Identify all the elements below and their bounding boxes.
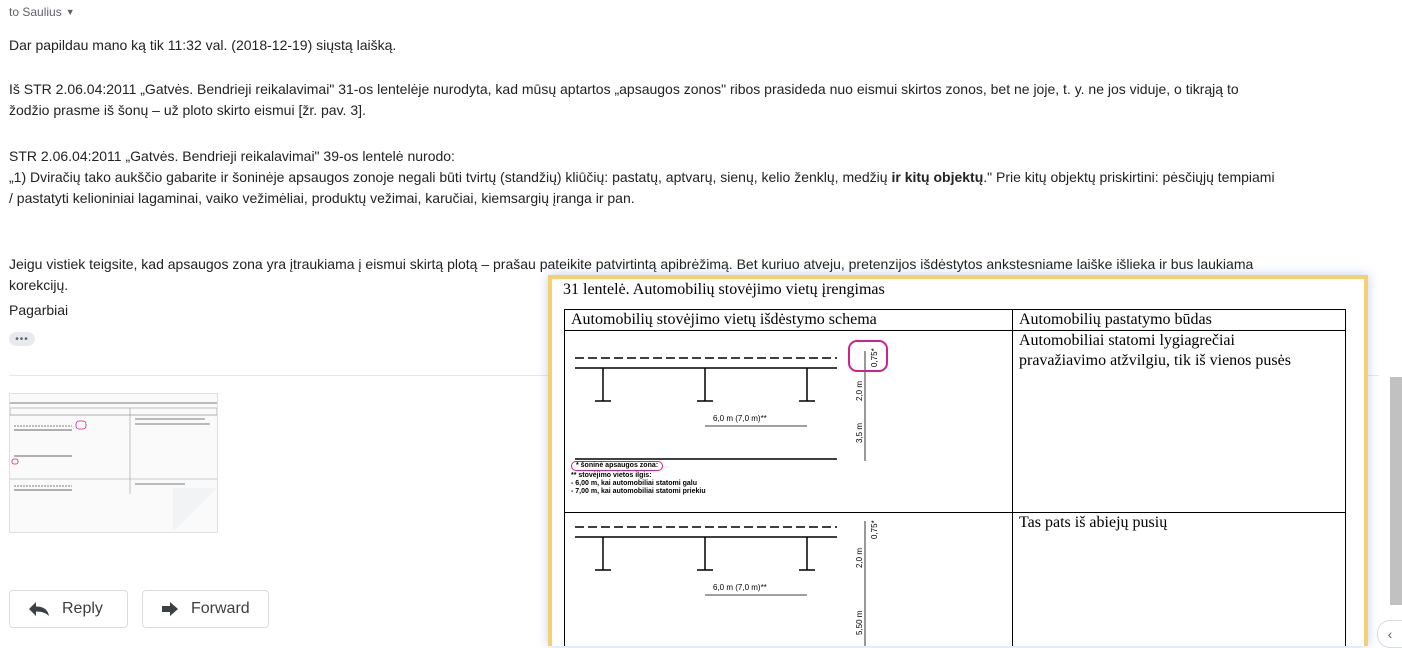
quote-text: „1) Dviračių tako aukščio gabarite ir šo… (9, 169, 892, 185)
paragraph-2-line-1: Iš STR 2.06.04:2011 „Gatvės. Bendrieji r… (9, 81, 1239, 97)
recipient-toggle[interactable]: to Saulius ▼ (9, 5, 75, 19)
show-trimmed-content-button[interactable]: ••• (9, 332, 35, 346)
parking-schema-both-sides: 6,0 m (7,0 m)** 0,75* 2,0 m 5,50 m (575, 520, 879, 646)
paragraph-3-line-2: „1) Dviračių tako aukščio gabarite ir šo… (9, 167, 1369, 188)
page-fold (173, 488, 217, 532)
col-header-method: Automobilių pastatymo būdas (1012, 309, 1346, 331)
legend-length: ** stovėjimo vietos ilgis: (571, 472, 652, 479)
svg-text:3,5 m: 3,5 m (855, 423, 864, 443)
schema-diagram-1: 6,0 m (7,0 m)** 0,75* 2,0 m 3,5 m * šoni… (564, 330, 1013, 513)
forward-label: Forward (191, 600, 250, 617)
paragraph-3-line-1: STR 2.06.04:2011 „Gatvės. Bendrieji reik… (9, 148, 455, 164)
method-line-2: pravažiavimo atžvilgiu, tik iš vienos pu… (1019, 352, 1291, 369)
paragraph-3-line-3: / pastatyti kelioniniai lagaminai, vaiko… (9, 190, 635, 206)
table-row: 6,0 m (7,0 m)** 0,75* 2,0 m 3,5 m * šoni… (564, 330, 1346, 513)
reply-button[interactable]: Reply (9, 590, 128, 628)
legend-side-zone: * šoninė apsaugos zona: (571, 461, 664, 471)
scrollbar-thumb[interactable] (1390, 377, 1402, 605)
svg-text:6,0 m (7,0 m)**: 6,0 m (7,0 m)** (713, 583, 767, 592)
forward-arrow-icon (162, 602, 178, 616)
legend-length-front: - 7,00 m, kai automobiliai statomi priek… (571, 488, 706, 495)
method-line-1: Automobiliai statomi lygiagrečiai (1019, 332, 1235, 349)
side-panel-toggle[interactable]: ‹ (1377, 620, 1402, 648)
table-header-row: Automobilių stovėjimo vietų išdėstymo sc… (564, 309, 1346, 331)
schema-legend: * šoninė apsaugos zona: ** stovėjimo vie… (571, 461, 706, 496)
attachment-image-preview: 31 lentelė. Automobilių stovėjimo vietų … (548, 275, 1368, 646)
message-paragraph-2: Iš STR 2.06.04:2011 „Gatvės. Bendrieji r… (9, 79, 1369, 121)
message-paragraph-1: Dar papildau mano ką tik 11:32 val. (201… (9, 37, 397, 53)
paragraph-4-line-1: Jeigu vistiek teigsite, kad apsaugos zon… (9, 256, 1254, 272)
reply-arrow-icon (29, 602, 49, 616)
message-paragraph-3: STR 2.06.04:2011 „Gatvės. Bendrieji reik… (9, 146, 1369, 209)
quote-bold-text: ir kitų objektų (891, 169, 984, 185)
svg-text:2,0 m: 2,0 m (855, 381, 864, 401)
chevron-left-icon: ‹ (1387, 626, 1393, 642)
svg-text:6,0 m (7,0 m)**: 6,0 m (7,0 m)** (713, 414, 767, 423)
attachment-thumbnail[interactable] (9, 393, 218, 533)
quote-text-end: ." Prie kitų objektų priskirtini: pėsčių… (983, 169, 1275, 185)
svg-text:0,75*: 0,75* (870, 520, 879, 539)
svg-text:2,0 m: 2,0 m (855, 548, 864, 568)
method-cell-1: Automobiliai statomi lygiagrečiai pravaž… (1012, 330, 1346, 513)
method-cell-2: Tas pats iš abiejų pusių (1012, 512, 1346, 646)
svg-text:5,50 m: 5,50 m (855, 610, 864, 635)
legend-length-rear: - 6,00 m, kai automobiliai statomi galu (571, 480, 698, 487)
table-row: 6,0 m (7,0 m)** 0,75* 2,0 m 5,50 m Tas p… (564, 512, 1346, 646)
svg-text:0,75*: 0,75* (870, 348, 879, 367)
parking-table: Automobilių stovėjimo vietų išdėstymo sc… (564, 309, 1346, 646)
recipient-label: to Saulius (9, 5, 62, 19)
table-caption: 31 lentelė. Automobilių stovėjimo vietų … (563, 281, 885, 298)
paragraph-2-line-2: žodžio prasme iš šonų – už ploto skirto … (9, 102, 366, 118)
schema-diagram-2: 6,0 m (7,0 m)** 0,75* 2,0 m 5,50 m (564, 512, 1013, 646)
reply-label: Reply (62, 600, 103, 617)
forward-button[interactable]: Forward (142, 590, 269, 628)
caret-down-icon: ▼ (65, 7, 75, 17)
col-header-schema: Automobilių stovėjimo vietų išdėstymo sc… (564, 309, 1013, 331)
